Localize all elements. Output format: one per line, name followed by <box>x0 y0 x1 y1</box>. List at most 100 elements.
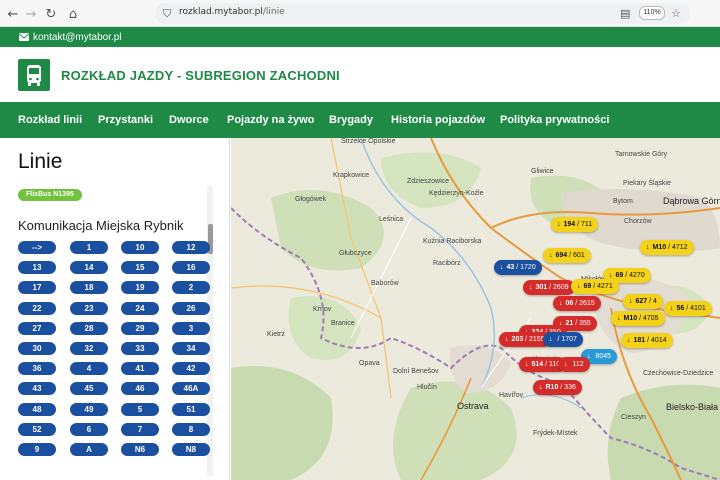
nav-brygady[interactable]: Brygady <box>329 114 373 126</box>
line-button[interactable]: 33 <box>121 342 159 355</box>
line-button[interactable]: N8 <box>172 443 210 456</box>
line-button[interactable]: 9 <box>18 443 56 456</box>
home-icon[interactable]: ⌂ <box>64 5 82 23</box>
site-header: ROZKŁAD JAZDY - SUBREGION ZACHODNI <box>0 47 720 102</box>
vehicle-marker[interactable]: ↓ 627 / 4 <box>623 294 663 309</box>
reader-mode-icon[interactable]: ▤ <box>620 7 630 20</box>
line-button[interactable]: 10 <box>121 241 159 254</box>
live-map[interactable]: Tarnowskie Góry Piekary Śląskie Dąbrowa Gó… <box>231 138 720 480</box>
city-label: Bytom <box>613 198 633 205</box>
reload-icon[interactable]: ↻ <box>42 5 60 23</box>
direction-arrow-icon: ↓ <box>529 284 533 291</box>
line-button[interactable]: 19 <box>121 281 159 295</box>
city-label: Gliwice <box>531 168 554 175</box>
vehicle-marker[interactable]: ↓ M10 / 4712 <box>640 240 694 255</box>
line-button[interactable]: 6 <box>70 422 108 436</box>
city-label: Piekary Śląskie <box>623 180 671 187</box>
line-button[interactable]: 13 <box>18 261 56 275</box>
line-button[interactable]: 48 <box>18 402 56 416</box>
vehicle-marker[interactable]: ↓ 06 / 2615 <box>553 296 601 311</box>
line-button[interactable]: 51 <box>172 402 210 416</box>
direction-arrow-icon: ↓ <box>609 272 613 279</box>
bookmark-star-icon[interactable]: ☆ <box>671 7 681 20</box>
vehicle-marker[interactable]: ↓ R10 / 336 <box>533 380 582 395</box>
vehicle-line: 627 <box>635 298 648 305</box>
line-button[interactable]: 14 <box>70 261 108 275</box>
bus-logo-icon[interactable] <box>18 59 50 91</box>
line-button[interactable]: 8 <box>172 422 210 436</box>
main-nav: Rozkład linii Przystanki Dworce Pojazdy … <box>0 102 720 138</box>
line-button[interactable]: 46 <box>121 382 159 396</box>
vehicle-number: 8045 <box>595 353 612 360</box>
line-button[interactable]: 1 <box>70 241 108 254</box>
nav-rozklad-linii[interactable]: Rozkład linii <box>18 114 82 126</box>
line-button[interactable]: 45 <box>70 382 108 396</box>
line-button[interactable]: 23 <box>70 301 108 315</box>
line-button[interactable]: 30 <box>18 342 56 355</box>
city-label: Chorzów <box>624 218 652 225</box>
nav-przystanki[interactable]: Przystanki <box>98 114 153 126</box>
line-button[interactable]: A <box>70 443 108 456</box>
line-button[interactable]: 15 <box>121 261 159 275</box>
vehicle-number: / 4 <box>649 298 657 305</box>
vehicle-marker[interactable]: ↓ 194 / 711 <box>551 217 599 232</box>
line-button[interactable]: 3 <box>172 321 210 335</box>
nav-dworce[interactable]: Dworce <box>169 114 209 126</box>
line-button[interactable]: 43 <box>18 382 56 396</box>
forward-icon[interactable]: → <box>22 5 40 23</box>
line-button[interactable]: 7 <box>121 422 159 436</box>
line-button[interactable]: 46A <box>172 382 210 396</box>
vehicle-number: / 601 <box>569 252 585 259</box>
vehicle-marker[interactable]: ↓ 43 / 1720 <box>494 260 542 275</box>
vehicle-number: / 2155 <box>525 336 545 343</box>
direction-arrow-icon: ↓ <box>549 252 553 259</box>
vehicle-marker[interactable]: ↓ 694 / 601 <box>543 248 591 263</box>
vehicle-line: 194 <box>563 221 576 228</box>
vehicle-marker[interactable]: ↓ / 1707 <box>543 332 583 347</box>
zoom-indicator[interactable]: 110% <box>639 6 665 20</box>
vehicle-marker[interactable]: ↓ 301 / 2609 <box>523 280 575 295</box>
site-title[interactable]: ROZKŁAD JAZDY - SUBREGION ZACHODNI <box>61 68 340 83</box>
line-button[interactable]: 36 <box>18 362 56 376</box>
vehicle-marker[interactable]: ↓ 69 / 4271 <box>571 279 619 294</box>
line-button[interactable]: 41 <box>121 362 159 376</box>
site-info-icon[interactable]: ⛉ <box>163 7 171 21</box>
line-button[interactable]: --> <box>18 241 56 254</box>
nav-pojazdy-na-zywo[interactable]: Pojazdy na żywo <box>227 114 314 126</box>
line-button[interactable]: 2 <box>172 281 210 295</box>
line-button[interactable]: 29 <box>121 321 159 335</box>
flixbus-badge[interactable]: FlixBus N1395 <box>18 189 82 201</box>
operator-title: Komunikacja Miejska Rybnik <box>18 218 184 233</box>
direction-arrow-icon: ↓ <box>500 264 504 271</box>
line-button[interactable]: 32 <box>70 342 108 355</box>
line-button[interactable]: 12 <box>172 241 210 254</box>
contact-email[interactable]: kontakt@mytabor.pl <box>18 32 122 43</box>
line-button[interactable]: N6 <box>121 443 159 456</box>
line-button[interactable]: 5 <box>121 402 159 416</box>
line-button[interactable]: 42 <box>172 362 210 376</box>
line-button[interactable]: 16 <box>172 261 210 275</box>
back-icon[interactable]: ← <box>4 5 22 23</box>
direction-arrow-icon: ↓ <box>646 244 650 251</box>
line-button[interactable]: 24 <box>121 301 159 315</box>
address-bar[interactable]: ⛉ rozklad.mytabor.pl/linie ▤ 110% ☆ <box>155 3 690 24</box>
vehicle-marker[interactable]: ↓ M10 / 4705 <box>611 311 665 326</box>
line-button[interactable]: 28 <box>70 321 108 335</box>
vehicle-marker[interactable]: ↓ 112 <box>558 357 590 372</box>
city-label: Głogówek <box>295 196 327 203</box>
line-button[interactable]: 49 <box>70 402 108 416</box>
line-button[interactable]: 27 <box>18 321 56 335</box>
line-button[interactable]: 17 <box>18 281 56 295</box>
city-label: Ostrava <box>457 401 489 411</box>
line-button[interactable]: 4 <box>70 362 108 376</box>
line-button[interactable]: 34 <box>172 342 210 355</box>
nav-historia-pojazdow[interactable]: Historia pojazdów <box>391 114 485 126</box>
nav-polityka-prywatnosci[interactable]: Polityka prywatności <box>500 114 609 126</box>
line-button[interactable]: 22 <box>18 301 56 315</box>
vehicle-marker[interactable]: ↓ 56 / 4101 <box>664 301 712 316</box>
vehicle-line: 43 <box>506 264 515 271</box>
line-button[interactable]: 26 <box>172 301 210 315</box>
line-button[interactable]: 18 <box>70 281 108 295</box>
vehicle-marker[interactable]: ↓ 181 / 4014 <box>621 333 673 348</box>
line-button[interactable]: 52 <box>18 422 56 436</box>
